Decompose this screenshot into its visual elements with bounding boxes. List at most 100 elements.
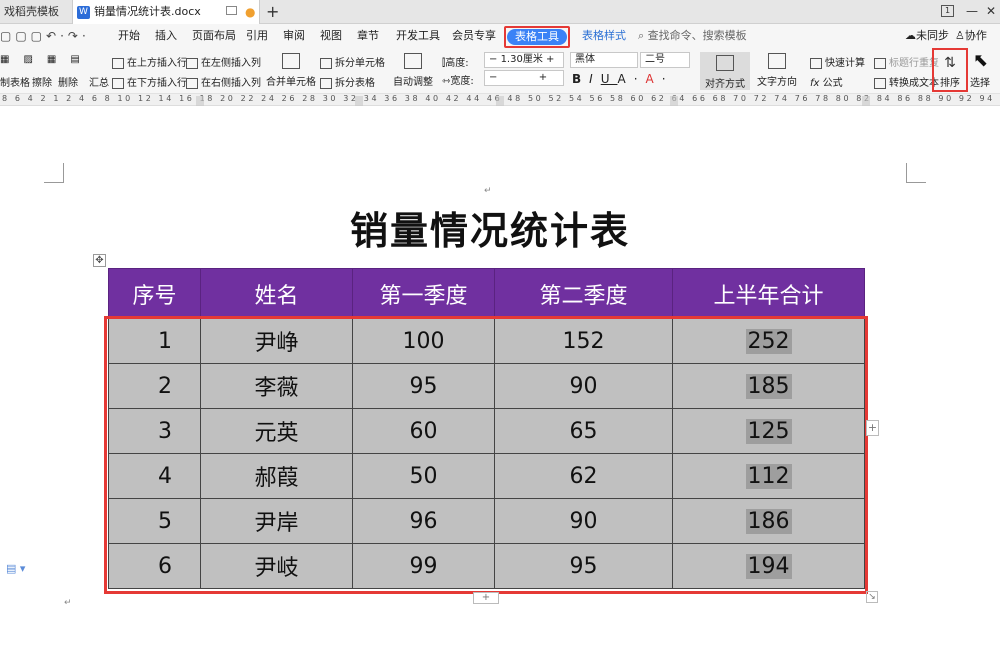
table-resize-handle[interactable]: ↘ bbox=[866, 591, 878, 603]
selection-highlight bbox=[104, 316, 868, 594]
cloud-icon: ☁ bbox=[905, 29, 916, 42]
tab-templates[interactable]: 戏稻壳模板 bbox=[0, 0, 70, 24]
merge-cells-button[interactable]: 合并单元格 bbox=[266, 53, 316, 88]
quick-calc-label: 快速计算 bbox=[825, 58, 865, 69]
tab-table-style[interactable]: 表格样式 bbox=[582, 24, 626, 48]
font-name-select[interactable]: 黑体 bbox=[570, 52, 638, 68]
insert-col-right-label: 在右侧插入列 bbox=[201, 78, 261, 89]
split-table-button[interactable]: 拆分表格 bbox=[320, 74, 375, 89]
new-tab-button[interactable]: + bbox=[266, 0, 279, 24]
align-label: 对齐方式 bbox=[705, 79, 745, 90]
user-icon: ♙ bbox=[955, 29, 965, 42]
height-value: 1.30厘米 bbox=[500, 54, 543, 65]
command-search[interactable]: ⌕ 查找命令、搜索模板 bbox=[638, 24, 747, 48]
font-format-buttons[interactable]: BIUA·A· bbox=[572, 72, 674, 86]
formula-label: 公式 bbox=[822, 78, 843, 89]
tab-table-tools[interactable]: 表格工具 bbox=[504, 26, 570, 48]
split-cells-icon bbox=[320, 57, 332, 69]
menu-member[interactable]: 会员专享 bbox=[452, 24, 496, 48]
tab-table-tools-label: 表格工具 bbox=[507, 29, 567, 45]
tab-document-label: 销量情况统计表.docx bbox=[94, 5, 201, 18]
sync-label: 未同步 bbox=[916, 29, 949, 42]
split-table-label: 拆分表格 bbox=[335, 78, 375, 89]
quick-calc-button[interactable]: 快速计算 bbox=[810, 54, 865, 69]
width-label: ⇿宽度: bbox=[442, 72, 474, 87]
insert-row-below-button[interactable]: 在下方插入行 bbox=[112, 74, 187, 89]
search-icon: ⌕ bbox=[638, 29, 645, 42]
document-title[interactable]: 销量情况统计表 bbox=[330, 200, 650, 255]
width-label-text: 宽度: bbox=[450, 76, 474, 87]
fx-icon: fx bbox=[810, 78, 820, 89]
text-direction-icon bbox=[768, 53, 786, 69]
insert-row-above-button[interactable]: 在上方插入行 bbox=[112, 54, 187, 69]
tab-close-icon[interactable]: ● bbox=[245, 0, 255, 24]
restore-window-button[interactable]: 1 bbox=[941, 5, 954, 17]
align-icon bbox=[716, 55, 734, 71]
insert-col-left-label: 在左侧插入列 bbox=[201, 58, 261, 69]
align-button[interactable]: 对齐方式 bbox=[700, 52, 750, 90]
font-size-value: 二号 bbox=[645, 54, 665, 65]
insert-row-below-icon bbox=[112, 77, 124, 89]
auto-fit-button[interactable]: 自动调整 bbox=[388, 53, 438, 88]
collab-label: 协作 bbox=[964, 29, 987, 42]
to-text-button[interactable]: 转换成文本 bbox=[874, 74, 939, 89]
menu-review[interactable]: 审阅 bbox=[283, 24, 305, 48]
insert-col-left-button[interactable]: 在左侧插入列 bbox=[186, 54, 261, 69]
menu-page-layout[interactable]: 页面布局 bbox=[192, 24, 236, 48]
menu-home[interactable]: 开始 bbox=[118, 24, 140, 48]
sort-button[interactable]: ⇅ 排序 bbox=[932, 48, 968, 92]
draw-table-button[interactable]: 制表格 bbox=[0, 74, 30, 89]
table-move-handle[interactable]: ✥ bbox=[93, 254, 106, 267]
header-q1[interactable]: 第一季度 bbox=[352, 268, 495, 319]
header-name[interactable]: 姓名 bbox=[200, 268, 353, 319]
command-search-placeholder: 查找命令、搜索模板 bbox=[647, 29, 747, 42]
font-size-select[interactable]: 二号 bbox=[640, 52, 690, 68]
collab-button[interactable]: ♙协作 bbox=[955, 24, 987, 48]
header-index[interactable]: 序号 bbox=[108, 268, 201, 319]
ruler-marker bbox=[670, 96, 678, 106]
formula-button[interactable]: fx 公式 bbox=[810, 74, 843, 89]
text-direction-button[interactable]: 文字方向 bbox=[754, 53, 800, 88]
sort-label: 排序 bbox=[940, 78, 960, 89]
menu-insert[interactable]: 插入 bbox=[155, 24, 177, 48]
page-corner-mark bbox=[906, 163, 926, 183]
auto-fit-label: 自动调整 bbox=[393, 77, 433, 88]
merge-cells-icon bbox=[282, 53, 300, 69]
insert-col-left-icon bbox=[186, 57, 198, 69]
header-q2[interactable]: 第二季度 bbox=[494, 268, 673, 319]
table-edit-icons: ▦▨▦▤ bbox=[0, 54, 94, 65]
select-button[interactable]: 选择 bbox=[970, 74, 990, 89]
word-doc-icon: W bbox=[77, 5, 90, 19]
menu-references[interactable]: 引用 bbox=[246, 24, 268, 48]
width-input[interactable]: − + bbox=[484, 70, 564, 86]
header-half-total[interactable]: 上半年合计 bbox=[672, 268, 865, 319]
delete-button[interactable]: 删除 bbox=[58, 74, 78, 89]
minimize-window-button[interactable]: — bbox=[966, 4, 978, 18]
summary-button[interactable]: 汇总 bbox=[89, 74, 109, 89]
table-header-row: 序号 姓名 第一季度 第二季度 上半年合计 bbox=[108, 268, 865, 319]
paragraph-mark: ↵ bbox=[484, 186, 492, 196]
split-cells-button[interactable]: 拆分单元格 bbox=[320, 54, 385, 69]
ribbon-toolbar: 制表格 擦除 删除 汇总 ▦▨▦▤ 在上方插入行 在下方插入行 在左侧插入列 在… bbox=[0, 48, 1000, 94]
add-row-button[interactable]: + bbox=[473, 592, 499, 604]
split-table-icon bbox=[320, 77, 332, 89]
erase-button[interactable]: 擦除 bbox=[32, 74, 52, 89]
close-window-button[interactable]: ✕ bbox=[986, 4, 996, 18]
calculator-icon bbox=[810, 57, 822, 69]
quick-access-icons[interactable]: ▢▢▢↶·↷· bbox=[0, 29, 90, 43]
menu-view[interactable]: 视图 bbox=[320, 24, 342, 48]
monitor-icon[interactable] bbox=[226, 6, 237, 15]
height-label: ⫿高度: bbox=[442, 54, 469, 69]
menu-developer[interactable]: 开发工具 bbox=[396, 24, 440, 48]
sync-status[interactable]: ☁未同步 bbox=[905, 24, 949, 48]
header-repeat-button[interactable]: 标题行重复 bbox=[874, 54, 939, 69]
document-outline-icon[interactable]: ▤ ▾ bbox=[6, 562, 25, 575]
add-column-button[interactable]: + bbox=[866, 420, 879, 436]
header-repeat-icon bbox=[874, 57, 886, 69]
ruler-marker bbox=[496, 96, 504, 106]
menu-chapter[interactable]: 章节 bbox=[357, 24, 379, 48]
height-input[interactable]: − 1.30厘米 + bbox=[484, 52, 564, 68]
text-direction-label: 文字方向 bbox=[757, 77, 797, 88]
split-cells-label: 拆分单元格 bbox=[335, 58, 385, 69]
insert-col-right-button[interactable]: 在右侧插入列 bbox=[186, 74, 261, 89]
